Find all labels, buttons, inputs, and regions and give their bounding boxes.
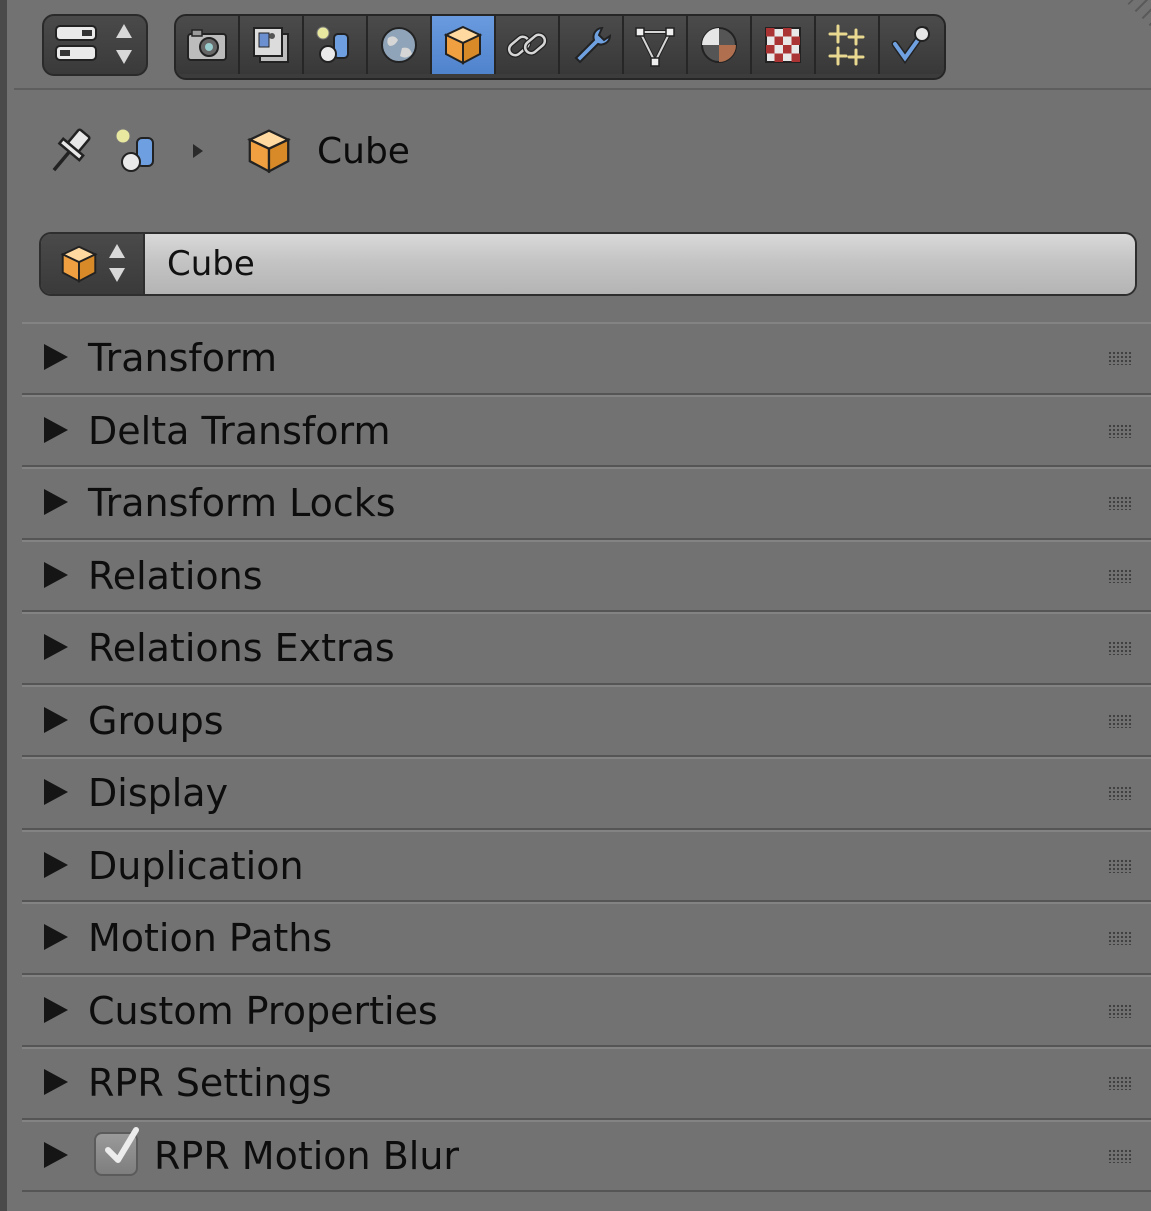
breadcrumb-object-name: Cube xyxy=(317,130,410,172)
drag-handle-icon[interactable] xyxy=(1108,351,1132,366)
expand-triangle-icon[interactable] xyxy=(44,416,68,443)
expand-triangle-icon[interactable] xyxy=(44,1069,68,1096)
properties-header xyxy=(14,0,1151,90)
world-icon xyxy=(381,27,417,63)
wrench-icon xyxy=(574,26,612,64)
physics-icon xyxy=(891,26,930,65)
scene-icon xyxy=(316,26,349,63)
camera-icon xyxy=(187,29,227,61)
area-split-corner[interactable] xyxy=(1124,0,1151,34)
up-down-arrows-icon xyxy=(109,244,125,282)
panel-header[interactable]: RPR Settings xyxy=(22,1047,1151,1120)
mesh-data-icon xyxy=(635,27,675,67)
cube-icon xyxy=(443,25,483,65)
scene-icon xyxy=(115,128,154,172)
expand-triangle-icon[interactable] xyxy=(44,634,68,661)
pin-icon[interactable] xyxy=(43,124,97,178)
panel-enable-checkbox[interactable] xyxy=(94,1126,139,1176)
tab-render-layers[interactable] xyxy=(240,16,304,74)
drag-handle-icon[interactable] xyxy=(1108,641,1132,656)
panel-header[interactable]: Custom Properties xyxy=(22,974,1151,1047)
drag-handle-icon[interactable] xyxy=(1108,423,1132,438)
tab-modifiers[interactable] xyxy=(560,16,624,74)
breadcrumb-arrow-icon xyxy=(193,144,203,158)
panel-header[interactable]: Duplication xyxy=(22,829,1151,902)
panel-header[interactable]: Groups xyxy=(22,684,1151,757)
panel-header[interactable]: Display xyxy=(22,757,1151,830)
panel-label: Motion Paths xyxy=(88,916,333,961)
properties-editor: Cube Cube Transform Delta Transform Transf… xyxy=(0,0,1151,1211)
panel-header[interactable]: Relations xyxy=(22,539,1151,612)
tab-texture[interactable] xyxy=(752,16,816,74)
cube-icon xyxy=(60,245,98,283)
sparkles-icon xyxy=(828,24,865,66)
checkmark-icon xyxy=(105,1126,139,1163)
panel-label: Relations Extras xyxy=(88,626,395,671)
breadcrumb: Cube xyxy=(43,116,410,186)
render-layers-icon xyxy=(253,27,289,63)
tab-physics[interactable] xyxy=(880,16,944,74)
drag-handle-icon[interactable] xyxy=(1108,713,1132,728)
object-browse-button[interactable] xyxy=(41,234,145,294)
tab-material[interactable] xyxy=(688,16,752,74)
drag-handle-icon[interactable] xyxy=(1108,931,1132,946)
expand-triangle-icon[interactable] xyxy=(44,996,68,1023)
drag-handle-icon[interactable] xyxy=(1108,1003,1132,1018)
drag-handle-icon[interactable] xyxy=(1108,568,1132,583)
object-name-input[interactable]: Cube xyxy=(145,234,1135,294)
expand-triangle-icon[interactable] xyxy=(44,706,68,733)
expand-triangle-icon[interactable] xyxy=(44,489,68,516)
panel-label: Relations xyxy=(88,553,263,598)
panel-label: RPR Settings xyxy=(88,1061,332,1106)
tab-scene[interactable] xyxy=(304,16,368,74)
panel-header[interactable]: Transform xyxy=(22,322,1151,395)
tab-particles[interactable] xyxy=(816,16,880,74)
drag-handle-icon[interactable] xyxy=(1108,1148,1132,1163)
panel-label: RPR Motion Blur xyxy=(154,1133,460,1178)
cube-icon xyxy=(247,129,291,174)
link-icon xyxy=(506,32,548,58)
panel-label: Transform Locks xyxy=(88,481,396,526)
checker-texture-icon xyxy=(765,27,801,63)
panel-header[interactable]: Motion Paths xyxy=(22,902,1151,975)
object-datablock-field: Cube xyxy=(39,232,1137,296)
panel-header[interactable]: Transform Locks xyxy=(22,467,1151,540)
expand-triangle-icon[interactable] xyxy=(44,561,68,588)
tab-render[interactable] xyxy=(176,16,240,74)
panel-label: Duplication xyxy=(88,843,304,888)
panel-label: Transform xyxy=(88,336,278,381)
expand-triangle-icon[interactable] xyxy=(44,1141,68,1168)
panel-label: Groups xyxy=(88,698,224,743)
context-tabs xyxy=(174,14,946,80)
panel-header[interactable]: Delta Transform xyxy=(22,394,1151,467)
tab-data[interactable] xyxy=(624,16,688,74)
drag-handle-icon[interactable] xyxy=(1108,858,1132,873)
panel-header[interactable]: Relations Extras xyxy=(22,612,1151,685)
tab-constraints[interactable] xyxy=(496,16,560,74)
expand-triangle-icon[interactable] xyxy=(44,924,68,951)
expand-triangle-icon[interactable] xyxy=(44,344,68,371)
tab-object[interactable] xyxy=(432,16,496,74)
drag-handle-icon[interactable] xyxy=(1108,1076,1132,1091)
panel-label: Delta Transform xyxy=(88,408,391,453)
panel-header[interactable]: RPR Motion Blur xyxy=(22,1119,1151,1192)
panel-label: Display xyxy=(88,771,229,816)
editor-type-selector[interactable] xyxy=(42,14,148,76)
panel-list: Transform Delta Transform Transform Locks R… xyxy=(22,322,1151,1192)
drag-handle-icon[interactable] xyxy=(1108,786,1132,801)
expand-triangle-icon[interactable] xyxy=(44,851,68,878)
panel-label: Custom Properties xyxy=(88,988,438,1033)
properties-editor-icon xyxy=(55,24,132,64)
material-sphere-icon xyxy=(701,27,737,63)
tab-world[interactable] xyxy=(368,16,432,74)
drag-handle-icon[interactable] xyxy=(1108,496,1132,511)
expand-triangle-icon[interactable] xyxy=(44,779,68,806)
